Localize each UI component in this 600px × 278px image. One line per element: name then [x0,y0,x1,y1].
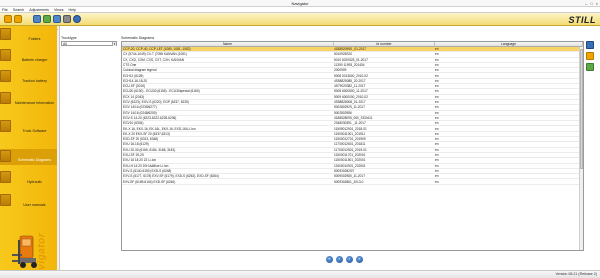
sidebar-item-truck-software[interactable]: Truck Software [0,120,57,136]
window-title: Navigator [291,1,309,6]
version-text: Version 08.21 (Release 2) [555,272,597,276]
chevron-left-icon: ‹ [57,27,58,31]
cell-name: EXV-SF (6189-6104) EXD-SF (6246) [123,179,176,184]
truck-type-value: All [63,42,67,46]
maintenance-icon [0,92,11,104]
sidebar: Folders Batterie charger Traction batter… [0,26,57,278]
sidebar-item-label: Hydraulic [27,180,42,184]
table-row[interactable]: EXV-SF (6189-6104) EXD-SF (6246) 50093028… [122,180,579,185]
scrollbar-thumb[interactable] [580,49,583,169]
settings-icon[interactable] [63,15,71,23]
sidebar-item-label: Folders [28,37,41,41]
print-icon[interactable] [33,15,41,23]
cell-language: en [435,179,439,184]
prev-page-button[interactable]: ‹ [336,256,343,263]
toolbar: STILL [0,13,600,26]
sidebar-item-maintenance[interactable]: Maintenance information [0,92,57,108]
sidebar-item-user-manuals[interactable]: User manuals [0,194,57,210]
home-icon[interactable] [4,15,12,23]
back-icon[interactable] [14,15,22,23]
title-bar: Navigator – □ × [0,0,600,7]
menu-file[interactable]: File [2,7,8,12]
sidebar-item-folders[interactable]: Folders [0,28,57,44]
maximize-button[interactable]: □ [590,1,592,6]
truck-type-panel: Trucktype All ▾ [61,36,119,46]
software-icon [0,120,11,132]
sidebar-item-label: User manuals [23,203,46,207]
menu-adjustments[interactable]: Adjustments [29,7,49,12]
truck-type-label: Trucktype [61,36,77,40]
sidebar-item-label: Batterie charger [21,58,48,62]
sidebar-collapse-handle[interactable]: ‹ [57,26,60,270]
cell-id-number: 5009302861_2013-0 [334,179,364,184]
schematics-table: Name Id number Language CCP-20, CCP-40, … [121,41,584,251]
folder-icon [0,28,11,40]
charger-icon [0,49,11,61]
truck-type-select[interactable]: All ▾ [61,41,117,46]
view-icon[interactable] [586,41,594,49]
first-page-button[interactable]: « [326,256,333,263]
sidebar-item-label: Traction battery [22,79,47,83]
next-page-button[interactable]: › [346,256,353,263]
sidebar-item-label: Maintenance information [14,101,55,105]
zoom-icon[interactable] [586,52,594,60]
sidebar-item-battery-charger[interactable]: Batterie charger [0,49,57,65]
hydraulic-icon [0,171,11,183]
still-logo: STILL [568,15,596,25]
sidebar-item-label: Truck Software [22,129,47,133]
vertical-scrollbar[interactable] [579,47,583,250]
schematic-icon [0,150,11,162]
status-bar: Version 08.21 (Release 2) [0,270,600,278]
forklift-icon [12,235,37,268]
last-page-button[interactable]: » [356,256,363,263]
sidebar-item-hydraulic[interactable]: Hydraulic [0,171,57,187]
info-icon[interactable] [73,15,81,23]
manual-icon [0,194,11,206]
schematics-title: Schematic Diagrams [121,36,155,40]
menu-help[interactable]: Help [69,7,76,12]
chevron-down-icon: ▾ [112,42,116,46]
sidebar-item-schematic-diagrams[interactable]: Schematic Diagrams [0,149,57,165]
pager: « ‹ › » [326,256,363,263]
sync-icon[interactable] [43,15,51,23]
add-icon[interactable] [586,63,594,71]
sidebar-item-traction-battery[interactable]: Traction battery [0,70,57,86]
menu-search[interactable]: Search [13,7,24,12]
minimize-button[interactable]: – [585,1,587,6]
refresh-icon[interactable] [53,15,61,23]
sidebar-item-label: Schematic Diagrams [17,158,52,162]
menu-views[interactable]: Views [54,7,64,12]
battery-icon [0,70,11,82]
close-button[interactable]: × [596,1,598,6]
right-toolbar [586,41,596,74]
